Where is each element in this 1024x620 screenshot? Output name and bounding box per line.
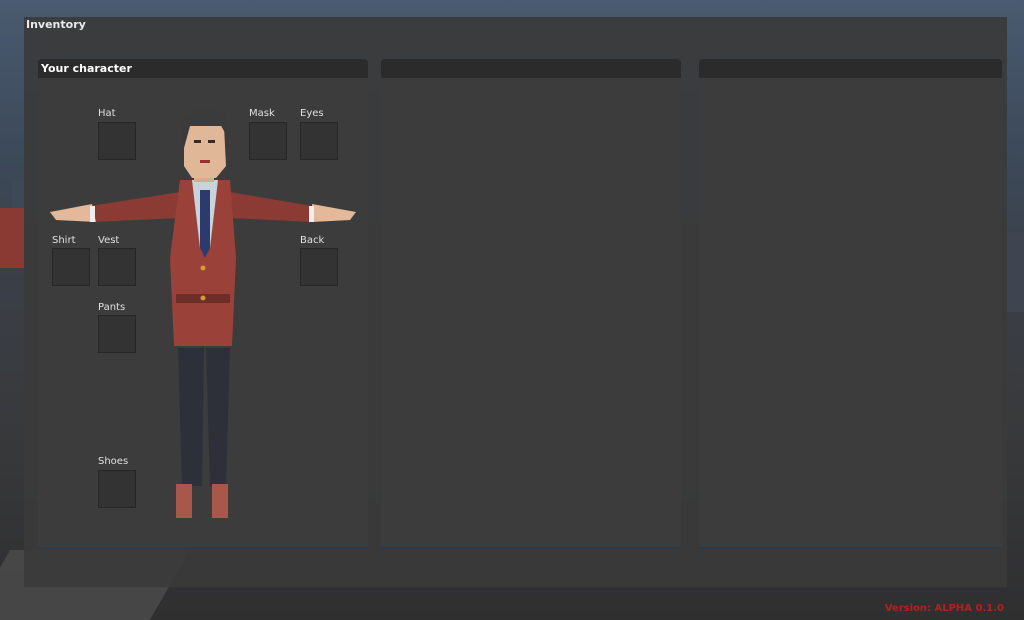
mask-slot-label: Mask [249, 108, 275, 119]
back-slot-label: Back [300, 235, 325, 246]
character-panel-header: Your character [38, 59, 368, 78]
shirt-slot[interactable] [52, 248, 90, 286]
pants-slot-label: Pants [98, 302, 126, 313]
vest-slot[interactable] [98, 248, 136, 286]
version-label: Version: ALPHA 0.1.0 [884, 603, 1004, 614]
mask-slot[interactable] [249, 122, 287, 160]
eyes-slot-label: Eyes [300, 108, 324, 119]
eyes-slot[interactable] [300, 122, 338, 160]
shoes-slot-label: Shoes [98, 456, 129, 467]
background-building [1004, 232, 1024, 312]
hat-slot[interactable] [98, 122, 136, 160]
vest-slot-label: Vest [98, 235, 120, 246]
item-details-panel-header [699, 59, 1002, 78]
item-details-panel[interactable] [699, 59, 1002, 549]
pants-slot[interactable] [98, 315, 136, 353]
inventory-grid-panel-header [381, 59, 681, 78]
inventory-grid-panel[interactable] [381, 59, 681, 549]
inventory-title: Inventory [26, 18, 86, 31]
hat-slot-label: Hat [98, 108, 116, 119]
shoes-slot[interactable] [98, 470, 136, 508]
back-slot[interactable] [300, 248, 338, 286]
background-building [0, 208, 24, 268]
character-model[interactable] [50, 108, 360, 523]
shirt-slot-label: Shirt [52, 235, 76, 246]
